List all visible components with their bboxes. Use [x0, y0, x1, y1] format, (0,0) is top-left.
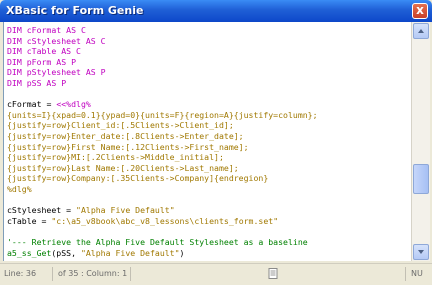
- code-line[interactable]: {justify=row}Last Name:[.20Clients->Last…: [7, 163, 239, 174]
- code-token: %dlg%: [7, 184, 32, 194]
- code-line[interactable]: DIM pSS AS P: [7, 78, 66, 89]
- code-line[interactable]: {justify=row}Client_id:[.5Clients->Clien…: [7, 120, 234, 131]
- code-token: DIM pForm AS P: [7, 56, 77, 67]
- code-token: cStylesheet: [7, 205, 62, 216]
- code-token: (pSS,: [51, 247, 81, 258]
- code-token: DIM pSS AS P: [7, 78, 67, 88]
- code-line[interactable]: {justify=row}MI:[.2Clients->Middle_initi…: [7, 152, 224, 163]
- code-line[interactable]: DIM cFormat AS C: [7, 25, 86, 36]
- code-token: =: [41, 99, 57, 110]
- status-mode: NU: [411, 269, 423, 278]
- code-token: DIM cStylesheet AS C: [7, 35, 106, 46]
- code-line[interactable]: DIM cTable AS C: [7, 46, 81, 57]
- scroll-down-arrow-icon[interactable]: [413, 244, 429, 260]
- window-title: XBasic for Form Genie: [6, 4, 144, 17]
- scroll-thumb[interactable]: [413, 164, 429, 194]
- scroll-up-arrow-icon[interactable]: [413, 23, 429, 39]
- code-token: cTable: [7, 215, 37, 226]
- status-column: of 35 : Column: 1: [58, 269, 128, 278]
- code-token: <<%dlg%: [56, 99, 91, 110]
- code-token: {justify=row}Enter_date:[.8Clients->Ente…: [7, 131, 244, 141]
- title-bar[interactable]: XBasic for Form Genie x: [0, 0, 432, 22]
- code-line[interactable]: DIM pStylesheet AS P: [7, 67, 106, 78]
- code-line[interactable]: cTable = "c:\a5_v8book\abc_v8_lessons\cl…: [7, 216, 278, 227]
- code-token: {justify=row}Client_id:[.5Clients->Clien…: [7, 120, 234, 131]
- code-token: {justify=row}Company:[.35Clients->Compan…: [7, 173, 269, 184]
- status-bar: Line: 36 of 35 : Column: 1 NU: [0, 263, 432, 285]
- status-divider: [405, 267, 406, 281]
- code-line[interactable]: cFormat = <<%dlg%: [7, 99, 91, 110]
- status-divider: [52, 267, 53, 281]
- document-icon: [268, 268, 278, 279]
- code-token: {justify=row}First Name:[.12Clients->Fir…: [7, 141, 249, 152]
- code-token: DIM pStylesheet AS P: [7, 67, 106, 78]
- code-token: "Alpha Five Default": [80, 247, 180, 258]
- code-token: cFormat: [7, 99, 42, 110]
- code-token: ): [179, 247, 185, 258]
- code-line[interactable]: a5_ss_Get(pSS, "Alpha Five Default"): [7, 248, 184, 259]
- xbasic-editor-window: XBasic for Form Genie x DIM cFormat AS C…: [0, 0, 432, 285]
- status-divider: [130, 267, 131, 281]
- code-line[interactable]: %dlg%: [7, 184, 32, 195]
- code-token: {units=I}{xpad=0.1}{ypad=0}{units=F}{reg…: [7, 109, 318, 120]
- code-token: {justify=row}MI:[.2Clients->Middle_initi…: [7, 152, 224, 163]
- code-line[interactable]: '--- Retrieve the Alpha Five Default Sty…: [7, 237, 308, 248]
- code-token: "Alpha Five Default": [76, 205, 175, 216]
- code-token: {justify=row}Last Name:[.20Clients->Last…: [7, 162, 239, 173]
- code-line[interactable]: DIM cStylesheet AS C: [7, 36, 106, 47]
- code-line[interactable]: {justify=row}First Name:[.12Clients->Fir…: [7, 142, 249, 153]
- code-line[interactable]: {justify=row}Enter_date:[.8Clients->Ente…: [7, 131, 244, 142]
- code-line[interactable]: DIM pForm AS P: [7, 57, 76, 68]
- status-line: Line: 36: [4, 269, 37, 278]
- code-line[interactable]: {justify=row}Company:[.35Clients->Compan…: [7, 173, 268, 184]
- code-token: '--- Retrieve the Alpha Five Default Sty…: [7, 237, 308, 247]
- vertical-scrollbar[interactable]: [411, 22, 430, 261]
- close-button[interactable]: x: [412, 3, 428, 19]
- code-line[interactable]: {units=I}{xpad=0.1}{ypad=0}{units=F}{reg…: [7, 110, 318, 121]
- code-line[interactable]: cStylesheet = "Alpha Five Default": [7, 205, 175, 216]
- code-token: a5_ss_Get: [7, 247, 52, 258]
- code-token: DIM cTable AS C: [7, 46, 81, 57]
- code-editor[interactable]: DIM cFormat AS C DIM cStylesheet AS C DIM …: [3, 22, 413, 261]
- code-token: DIM cFormat AS C: [7, 25, 86, 35]
- code-token: =: [36, 215, 52, 226]
- code-token: "c:\a5_v8book\abc_v8_lessons\clients_for…: [51, 215, 279, 226]
- code-token: =: [61, 205, 77, 216]
